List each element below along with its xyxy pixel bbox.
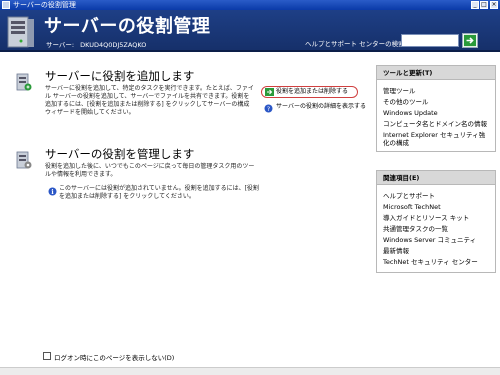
search-input[interactable]	[401, 34, 459, 47]
role-details-link[interactable]: サーバーの役割の詳細を表示する	[276, 103, 366, 110]
tools-panel-title: ツールと更新(T)	[377, 66, 495, 80]
green-arrow-icon	[265, 88, 274, 96]
add-role-icon	[16, 73, 32, 91]
server-name-value: DKUD4Q0DJ5ZAQKO	[80, 41, 147, 49]
search-label: ヘルプとサポート センターの検索(S)	[305, 40, 414, 48]
tools-item[interactable]: その他のツール	[383, 97, 489, 108]
status-bar	[0, 367, 500, 375]
related-item[interactable]: Microsoft TechNet	[383, 202, 489, 213]
related-panel: 関連項目(E) ヘルプとサポート Microsoft TechNet 導入ガイド…	[376, 170, 496, 273]
app-icon	[2, 1, 10, 9]
manage-role-description: 役割を追加した後に、いつでもこのページに戻って毎日の管理タスク用のツールや情報を…	[45, 163, 255, 178]
manage-role-title: サーバーの役割を管理します	[45, 147, 195, 161]
help-icon: ?	[264, 104, 273, 113]
related-item[interactable]: TechNet セキュリティ センター	[383, 257, 489, 268]
add-role-description: サーバーに役割を追加して、特定のタスクを実行できます。たとえば、ファイル サーバ…	[45, 85, 254, 116]
tools-panel: ツールと更新(T) 管理ツール その他のツール Windows Update コ…	[376, 65, 496, 152]
server-icon	[7, 16, 34, 48]
no-roles-info: このサーバーには役割が追加されていません。役割を追加するには、[役割を追加または…	[59, 185, 259, 200]
side-panel: ツールと更新(T) 管理ツール その他のツール Windows Update コ…	[372, 54, 500, 367]
minimize-button[interactable]: _	[471, 1, 479, 9]
svg-text:?: ?	[267, 105, 270, 113]
tools-item[interactable]: Internet Explorer セキュリティ強化の構成	[383, 130, 489, 147]
related-item[interactable]: 最新情報	[383, 246, 489, 257]
info-icon: i	[48, 187, 57, 196]
window-titlebar: サーバーの役割管理 _ □ ×	[0, 0, 500, 10]
related-item[interactable]: ヘルプとサポート	[383, 191, 489, 202]
close-button[interactable]: ×	[490, 1, 498, 9]
add-remove-role-label: 役割を追加または削除する	[276, 88, 349, 95]
hide-page-label: ログオン時にこのページを表示しない(D)	[54, 354, 175, 362]
server-name: サーバー: DKUD4Q0DJ5ZAQKO	[46, 39, 146, 49]
related-item[interactable]: Windows Server コミュニティ	[383, 235, 489, 246]
tools-item[interactable]: 管理ツール	[383, 86, 489, 97]
search-go-button[interactable]	[462, 33, 478, 48]
header-banner: サーバーの役割管理 サーバー: DKUD4Q0DJ5ZAQKO ヘルプとサポート …	[0, 10, 500, 52]
related-panel-title: 関連項目(E)	[377, 171, 495, 185]
maximize-button[interactable]: □	[480, 1, 488, 9]
add-role-title: サーバーに役割を追加します	[45, 69, 195, 83]
window-title: サーバーの役割管理	[13, 1, 76, 9]
related-item[interactable]: 共通管理タスクの一覧	[383, 224, 489, 235]
page-title: サーバーの役割管理	[44, 16, 211, 37]
add-remove-role-link[interactable]: 役割を追加または削除する	[261, 86, 358, 98]
tools-item[interactable]: Windows Update	[383, 108, 489, 119]
manage-role-icon	[16, 151, 32, 169]
related-item[interactable]: 導入ガイドとリソース キット	[383, 213, 489, 224]
tools-item[interactable]: コンピュータ名とドメイン名の情報	[383, 119, 489, 130]
server-label: サーバー:	[46, 41, 75, 49]
hide-page-checkbox[interactable]	[43, 352, 51, 360]
